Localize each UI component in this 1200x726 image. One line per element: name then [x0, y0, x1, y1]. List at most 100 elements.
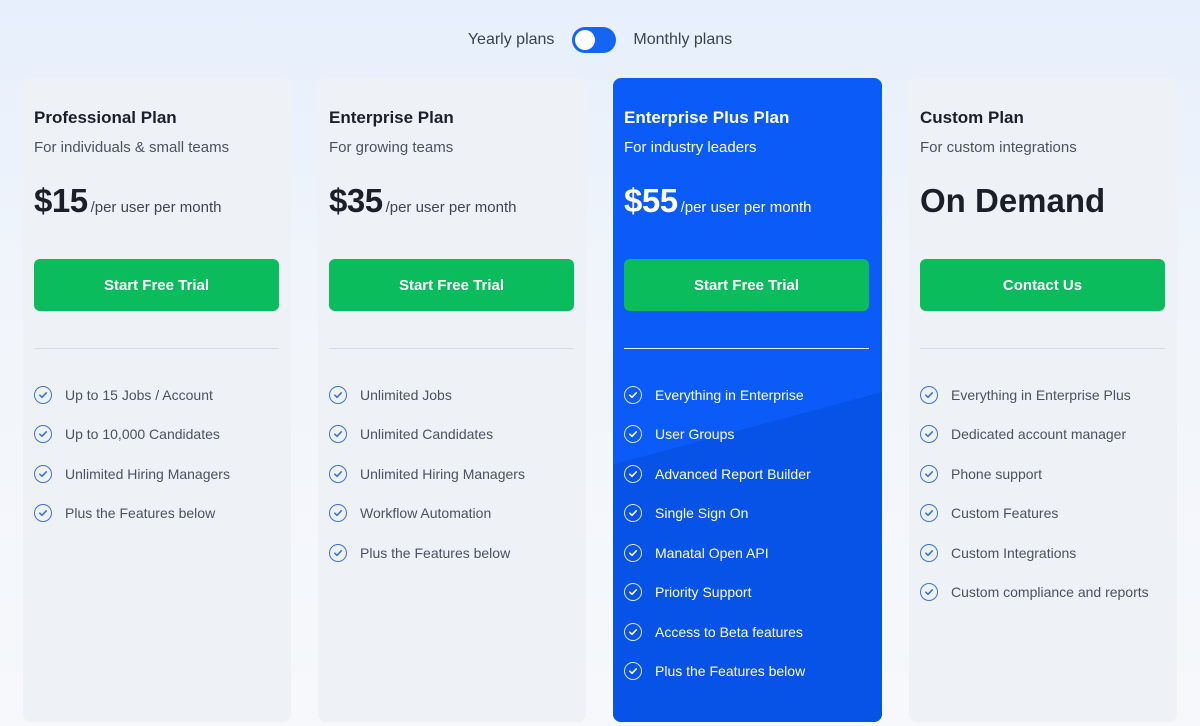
feature-item: Phone support: [920, 454, 1165, 494]
monthly-plans-label[interactable]: Monthly plans: [633, 31, 732, 49]
feature-item: Up to 15 Jobs / Account: [34, 375, 279, 415]
plan-card-professional: Professional Plan For individuals & smal…: [23, 78, 291, 722]
check-circle-icon: [329, 464, 347, 483]
feature-list: Up to 15 Jobs / Account Up to 10,000 Cand…: [34, 375, 279, 533]
plan-subtitle: For individuals & small teams: [34, 139, 230, 156]
plan-subtitle: For growing teams: [329, 139, 454, 156]
start-free-trial-button[interactable]: Start Free Trial: [329, 259, 574, 311]
feature-label: Up to 10,000 Candidates: [65, 426, 220, 443]
price-row: On Demand: [920, 182, 1165, 222]
check-circle-icon: [329, 543, 347, 562]
feature-label: Plus the Features below: [65, 505, 216, 522]
feature-item: Custom Features: [920, 494, 1165, 534]
feature-item: User Groups: [624, 415, 870, 455]
plan-card-custom: Custom Plan For custom integrations On D…: [909, 78, 1177, 722]
plan-title: Professional Plan: [34, 108, 177, 127]
price-unit: /per user per month: [680, 199, 812, 216]
feature-item: Manatal Open API: [624, 533, 870, 573]
check-circle-icon: [329, 504, 347, 523]
feature-label: Dedicated account manager: [951, 426, 1127, 443]
feature-item: Priority Support: [624, 573, 870, 613]
feature-label: Access to Beta features: [655, 623, 803, 640]
price-row: $35 /per user per month: [329, 182, 574, 222]
plan-title: Enterprise Plan: [329, 108, 454, 127]
feature-item: Unlimited Candidates: [329, 415, 574, 455]
feature-label: Manatal Open API: [655, 544, 769, 561]
price-row: $55 /per user per month: [624, 182, 870, 222]
check-circle-icon: [329, 385, 347, 404]
feature-label: Single Sign On: [655, 505, 749, 522]
feature-item: Access to Beta features: [624, 612, 870, 652]
feature-label: Custom compliance and reports: [951, 584, 1149, 601]
feature-item: Dedicated account manager: [920, 415, 1165, 455]
plan-price: On Demand: [920, 182, 1106, 219]
check-circle-icon: [34, 464, 52, 483]
feature-label: Advanced Report Builder: [655, 465, 811, 482]
divider: [624, 348, 869, 349]
check-circle-icon: [920, 583, 938, 602]
feature-item: Unlimited Hiring Managers: [34, 454, 279, 494]
billing-period-toggle[interactable]: [572, 27, 617, 53]
plan-card-enterprise: Enterprise Plan For growing teams $35 /p…: [318, 78, 586, 722]
check-circle-icon: [624, 583, 642, 602]
divider: [34, 348, 279, 349]
price-row: $15 /per user per month: [34, 182, 279, 222]
feature-item: Unlimited Jobs: [329, 375, 574, 415]
feature-item: Everything in Enterprise: [624, 375, 870, 415]
feature-label: Priority Support: [655, 584, 752, 601]
feature-item: Plus the Features below: [624, 652, 870, 692]
feature-item: Custom compliance and reports: [920, 573, 1165, 613]
contact-us-button[interactable]: Contact Us: [920, 259, 1165, 311]
price-unit: /per user per month: [90, 199, 222, 216]
feature-label: Custom Features: [951, 505, 1059, 522]
feature-label: Unlimited Hiring Managers: [360, 465, 525, 482]
start-free-trial-button[interactable]: Start Free Trial: [624, 259, 869, 311]
plan-subtitle: For industry leaders: [624, 139, 757, 156]
feature-label: Plus the Features below: [360, 544, 511, 561]
feature-item: Plus the Features below: [329, 533, 574, 573]
feature-item: Workflow Automation: [329, 494, 574, 534]
plan-price: $35: [329, 182, 383, 219]
check-circle-icon: [624, 622, 642, 641]
price-unit: /per user per month: [385, 199, 517, 216]
feature-list: Everything in Enterprise Plus Dedicated a…: [920, 375, 1165, 612]
start-free-trial-button[interactable]: Start Free Trial: [34, 259, 279, 311]
billing-toggle-row: Yearly plans Monthly plans: [0, 24, 1200, 56]
feature-label: Plus the Features below: [655, 663, 806, 680]
feature-label: Everything in Enterprise: [655, 386, 804, 403]
feature-label: User Groups: [655, 426, 735, 443]
feature-item: Everything in Enterprise Plus: [920, 375, 1165, 415]
feature-label: Unlimited Jobs: [360, 386, 452, 403]
feature-item: Custom Integrations: [920, 533, 1165, 573]
check-circle-icon: [920, 504, 938, 523]
toggle-knob: [575, 30, 596, 50]
feature-label: Workflow Automation: [360, 505, 492, 522]
feature-item: Unlimited Hiring Managers: [329, 454, 574, 494]
feature-label: Custom Integrations: [951, 544, 1077, 561]
check-circle-icon: [920, 385, 938, 404]
feature-item: Plus the Features below: [34, 494, 279, 534]
feature-label: Unlimited Hiring Managers: [65, 465, 230, 482]
plan-title: Custom Plan: [920, 108, 1024, 127]
check-circle-icon: [920, 425, 938, 444]
plan-title: Enterprise Plus Plan: [624, 108, 790, 127]
divider: [329, 348, 574, 349]
check-circle-icon: [920, 464, 938, 483]
check-circle-icon: [624, 464, 642, 483]
feature-label: Phone support: [951, 465, 1043, 482]
check-circle-icon: [624, 662, 642, 681]
check-circle-icon: [624, 543, 642, 562]
check-circle-icon: [34, 385, 52, 404]
feature-item: Up to 10,000 Candidates: [34, 415, 279, 455]
feature-label: Up to 15 Jobs / Account: [65, 386, 213, 403]
check-circle-icon: [624, 504, 642, 523]
plan-price: $55: [624, 182, 678, 219]
check-circle-icon: [920, 543, 938, 562]
check-circle-icon: [624, 425, 642, 444]
yearly-plans-label[interactable]: Yearly plans: [468, 31, 555, 49]
feature-list: Unlimited Jobs Unlimited Candidates Unlimi…: [329, 375, 574, 573]
feature-item: Single Sign On: [624, 494, 870, 534]
check-circle-icon: [624, 385, 642, 404]
divider: [920, 348, 1165, 349]
feature-label: Unlimited Candidates: [360, 426, 494, 443]
